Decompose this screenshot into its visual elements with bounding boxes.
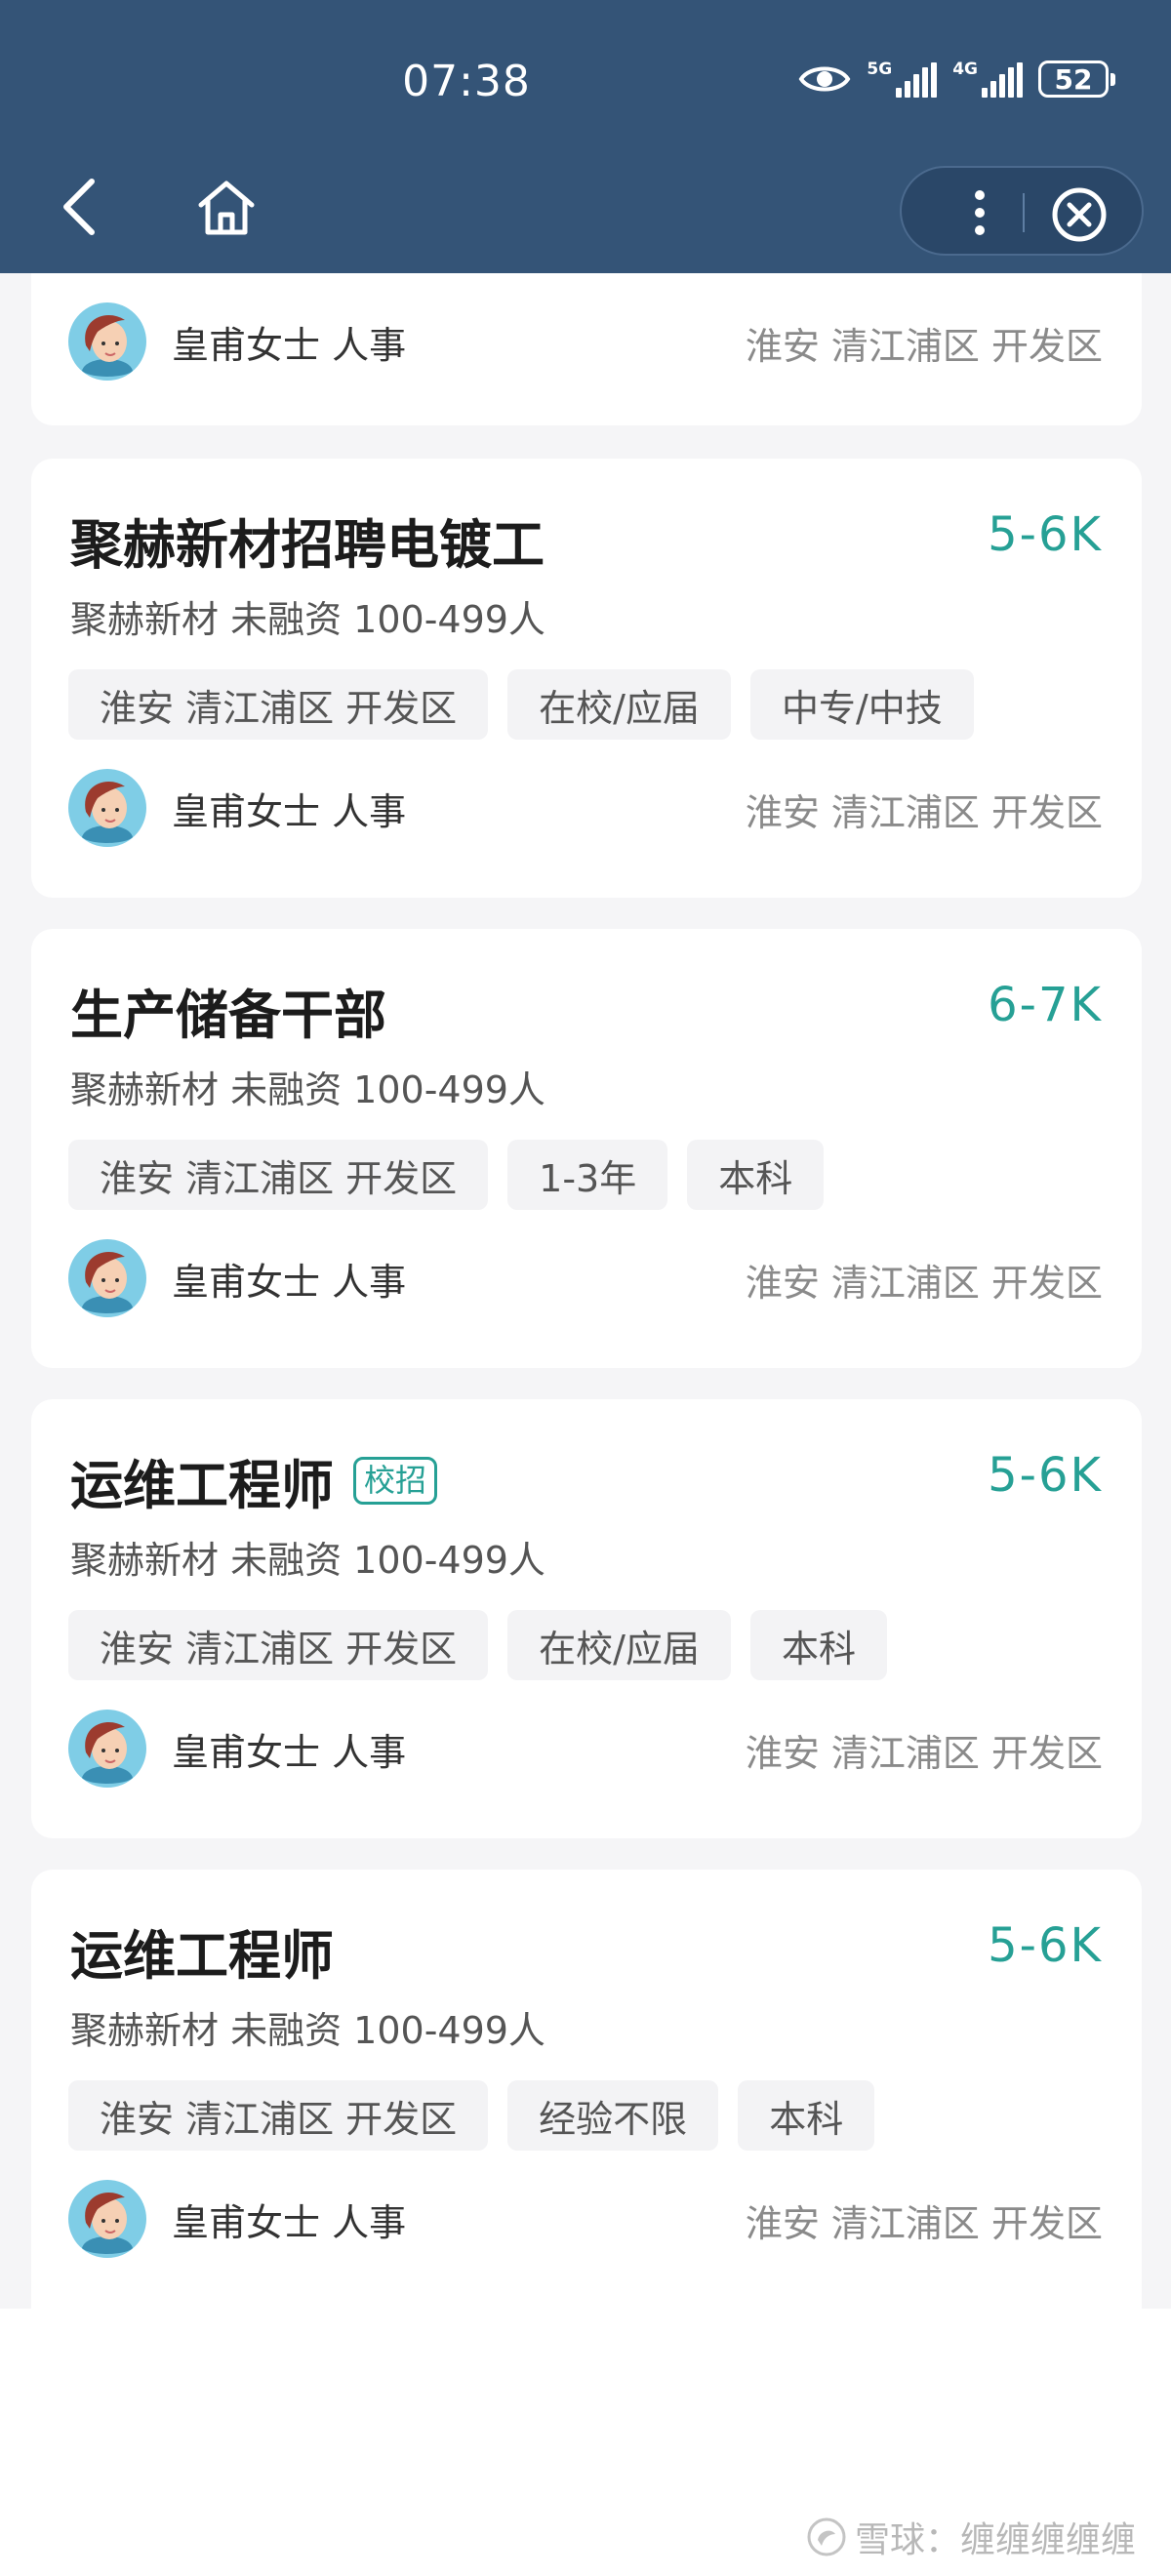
net-label-5g: 5G [867,59,893,79]
recruiter-info: 皇甫女士 人事 [68,302,406,381]
recruiter-info: 皇甫女士 人事 [68,2180,406,2258]
mini-program-capsule [900,166,1144,256]
job-tags: 淮安 清江浦区 开发区 在校/应届 中专/中技 [68,669,974,740]
salary: 5-6K [988,1918,1103,1973]
avatar [68,769,146,847]
recruiter-info: 皇甫女士 人事 [68,1710,406,1788]
recruiter-location: 淮安 清江浦区 开发区 [745,1262,1103,1305]
tag-location: 淮安 清江浦区 开发区 [68,669,489,740]
recruiter-info: 皇甫女士 人事 [68,769,406,847]
job-tags: 淮安 清江浦区 开发区 经验不限 本科 [68,2080,875,2151]
tag-experience: 在校/应届 [507,669,731,740]
app-header: 07:38 5G 4G 52 [0,0,1171,273]
home-icon[interactable] [195,178,258,236]
tag-location: 淮安 清江浦区 开发区 [68,2080,489,2151]
recruiter-location: 淮安 清江浦区 开发区 [745,791,1103,834]
tag-experience: 在校/应届 [507,1610,731,1680]
back-arrow-icon[interactable] [57,176,103,238]
job-title-text: 运维工程师 [70,1455,334,1516]
job-card[interactable]: 生产储备干部 6-7K 聚赫新材 未融资 100-499人 淮安 清江浦区 开发… [31,929,1142,1368]
net-label-4g: 4G [952,59,978,79]
job-card[interactable]: 运维工程师 校招 5-6K 聚赫新材 未融资 100-499人 淮安 清江浦区 … [31,1399,1142,1838]
recruiter-location: 淮安 清江浦区 开发区 [745,1732,1103,1775]
tag-education: 本科 [687,1140,825,1210]
job-title: 运维工程师 [70,1912,334,1990]
company-info: 聚赫新材 未融资 100-499人 [70,1068,545,1111]
campus-recruit-badge: 校招 [353,1457,438,1505]
job-title-text: 生产储备干部 [70,985,386,1046]
job-card[interactable]: 聚赫新材招聘电镀工 5-6K 聚赫新材 未融资 100-499人 淮安 清江浦区… [31,459,1142,898]
job-tags: 淮安 清江浦区 开发区 1-3年 本科 [68,1140,825,1210]
tag-location: 淮安 清江浦区 开发区 [68,1610,489,1680]
status-icons: 5G 4G 52 [798,59,1115,98]
company-info: 聚赫新材 未融资 100-499人 [70,2009,545,2052]
battery-icon: 52 [1038,60,1115,98]
company-info: 聚赫新材 未融资 100-499人 [70,1539,545,1582]
recruiter-location: 淮安 清江浦区 开发区 [745,325,1103,368]
status-time: 07:38 [402,57,531,106]
recruiter-location: 淮安 清江浦区 开发区 [745,2202,1103,2245]
salary: 6-7K [988,978,1103,1032]
salary: 5-6K [988,507,1103,562]
watermark-text: 雪球：缠缠缠缠缠 [854,2520,1136,2560]
watermark: 雪球：缠缠缠缠缠 [806,2512,1136,2562]
job-tags: 淮安 清江浦区 开发区 在校/应届 本科 [68,1610,887,1680]
company-info: 聚赫新材 未融资 100-499人 [70,598,545,641]
job-card[interactable]: 运维工程师 5-6K 聚赫新材 未融资 100-499人 淮安 清江浦区 开发区… [31,1870,1142,2309]
close-circle-icon[interactable] [1050,185,1109,244]
tag-education: 本科 [738,2080,875,2151]
more-vertical-icon[interactable] [960,187,999,238]
tag-education: 本科 [749,1610,887,1680]
eye-icon [799,66,851,92]
avatar [68,2180,146,2258]
avatar [68,1710,146,1788]
battery-level: 52 [1054,62,1093,96]
recruiter-name: 皇甫女士 人事 [172,789,407,833]
avatar [68,302,146,381]
job-title: 聚赫新材招聘电镀工 [70,502,545,579]
job-title-text: 聚赫新材招聘电镀工 [70,514,545,576]
tag-experience: 经验不限 [507,2080,719,2151]
signal-4g-icon: 4G [952,59,1023,98]
recruiter-name: 皇甫女士 人事 [172,2200,407,2244]
capsule-divider [1023,193,1025,232]
recruiter-info: 皇甫女士 人事 [68,1239,406,1317]
tag-location: 淮安 清江浦区 开发区 [68,1140,489,1210]
job-title-text: 运维工程师 [70,1925,334,1987]
snowball-logo-icon [807,2517,846,2556]
recruiter-name: 皇甫女士 人事 [172,323,407,367]
signal-5g-icon: 5G [867,59,938,98]
recruiter-name: 皇甫女士 人事 [172,1260,407,1304]
job-title: 运维工程师 校招 [70,1442,438,1519]
job-title: 生产储备干部 [70,972,386,1049]
tag-experience: 1-3年 [507,1140,668,1210]
screen: 07:38 5G 4G 52 皇甫女士 人事 淮安 清江浦区 开发区 聚赫新材招… [0,0,1171,2576]
tag-education: 中专/中技 [749,669,974,740]
salary: 5-6K [988,1448,1103,1503]
job-card-partial[interactable]: 皇甫女士 人事 淮安 清江浦区 开发区 [31,273,1142,425]
recruiter-name: 皇甫女士 人事 [172,1730,407,1774]
avatar [68,1239,146,1317]
